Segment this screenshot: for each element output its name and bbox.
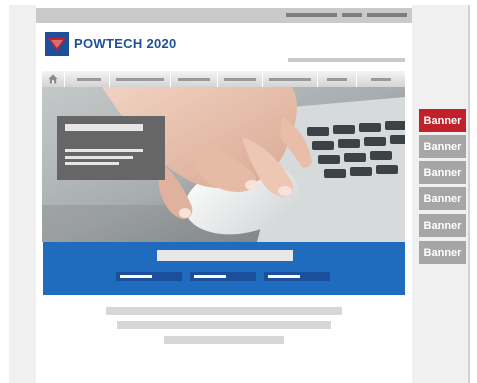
banner-ad[interactable]: Banner: [419, 241, 466, 264]
powtech-logo-icon[interactable]: [45, 32, 69, 56]
utility-link[interactable]: [342, 13, 362, 17]
banner-ad[interactable]: Banner: [419, 109, 466, 132]
panel-edge: [468, 5, 470, 383]
banner-ad[interactable]: Banner: [419, 161, 466, 184]
banner-ad[interactable]: Banner: [419, 214, 466, 237]
nav-item[interactable]: [263, 71, 317, 87]
webpage-mockup: POWTECH 2020: [36, 5, 412, 383]
footer-text-line: [106, 307, 342, 315]
hero-caption-title: [65, 124, 143, 131]
banner-ad[interactable]: Banner: [419, 135, 466, 158]
hero-caption-line: [65, 149, 143, 152]
hero-caption-line: [65, 162, 119, 165]
footer-text-line: [164, 336, 284, 344]
hero-image[interactable]: [42, 87, 405, 242]
home-icon: [48, 74, 58, 84]
promo-box: [43, 242, 405, 295]
nav-item[interactable]: [110, 71, 170, 87]
nav-item[interactable]: [218, 71, 262, 87]
hero-caption-line: [65, 156, 133, 159]
nav-item[interactable]: [171, 71, 217, 87]
promo-title-placeholder: [157, 250, 293, 261]
nav-home[interactable]: [42, 71, 64, 87]
utility-link[interactable]: [367, 13, 407, 17]
banner-ad[interactable]: Banner: [419, 187, 466, 210]
promo-button[interactable]: [190, 272, 256, 281]
nav-item[interactable]: [65, 71, 109, 87]
utility-link[interactable]: [286, 13, 337, 17]
hero-caption-card[interactable]: [57, 116, 165, 180]
nav-item[interactable]: [357, 71, 405, 87]
nav-item[interactable]: [318, 71, 356, 87]
promo-button[interactable]: [264, 272, 330, 281]
brand-title[interactable]: POWTECH 2020: [74, 36, 177, 51]
promo-button[interactable]: [116, 272, 182, 281]
top-utility-bar: [36, 8, 412, 23]
footer-text-line: [117, 321, 331, 329]
tagline-placeholder: [288, 58, 405, 62]
main-navigation: [42, 71, 405, 87]
